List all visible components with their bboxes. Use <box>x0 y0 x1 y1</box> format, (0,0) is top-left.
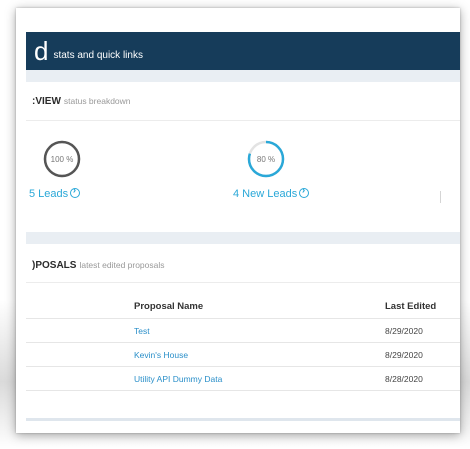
arrow-circle-right-icon <box>70 185 81 198</box>
overview-section-title: :VIEW status breakdown <box>32 96 131 107</box>
table-row-divider <box>26 390 460 391</box>
proposal-date: 8/29/2020 <box>385 350 423 360</box>
proposals-divider <box>26 282 460 283</box>
column-header-proposal-name: Proposal Name <box>134 301 204 312</box>
proposal-link[interactable]: Kevin's House <box>134 350 188 360</box>
table-header-divider <box>26 318 460 319</box>
new-leads-ring-label: 80 % <box>256 155 276 164</box>
proposal-link[interactable]: Utility API Dummy Data <box>134 374 222 384</box>
proposals-section-title: )POSALS latest edited proposals <box>32 260 165 271</box>
overview-subtitle: status breakdown <box>63 96 131 106</box>
header-subtitle: stats and quick links <box>53 50 143 61</box>
footer-band <box>26 418 460 421</box>
proposal-date: 8/29/2020 <box>385 326 423 336</box>
table-row-divider <box>26 366 460 367</box>
leads-link-label: 5 Leads <box>29 188 69 200</box>
proposals-subtitle: latest edited proposals <box>79 260 165 270</box>
overview-title: :VIEW <box>32 96 61 107</box>
leads-ring-label: 100 % <box>50 155 74 164</box>
proposal-date: 8/28/2020 <box>385 374 423 384</box>
header-title: d <box>34 36 49 66</box>
header-band <box>26 70 460 82</box>
dashboard-card: d stats and quick links :VIEW status brea… <box>16 8 460 433</box>
arrow-circle-right-icon <box>299 185 310 198</box>
overview-divider <box>26 120 460 121</box>
proposals-title: )POSALS <box>32 260 77 271</box>
new-leads-link[interactable]: 4 New Leads <box>233 185 310 200</box>
column-header-last-edited: Last Edited <box>385 301 437 312</box>
next-column-divider <box>440 191 441 203</box>
dashboard-header: d stats and quick links <box>26 32 460 70</box>
table-row-divider <box>26 342 460 343</box>
new-leads-link-label: 4 New Leads <box>233 188 298 200</box>
proposal-link[interactable]: Test <box>134 326 150 336</box>
overview-band <box>26 232 460 244</box>
leads-link[interactable]: 5 Leads <box>29 185 81 200</box>
